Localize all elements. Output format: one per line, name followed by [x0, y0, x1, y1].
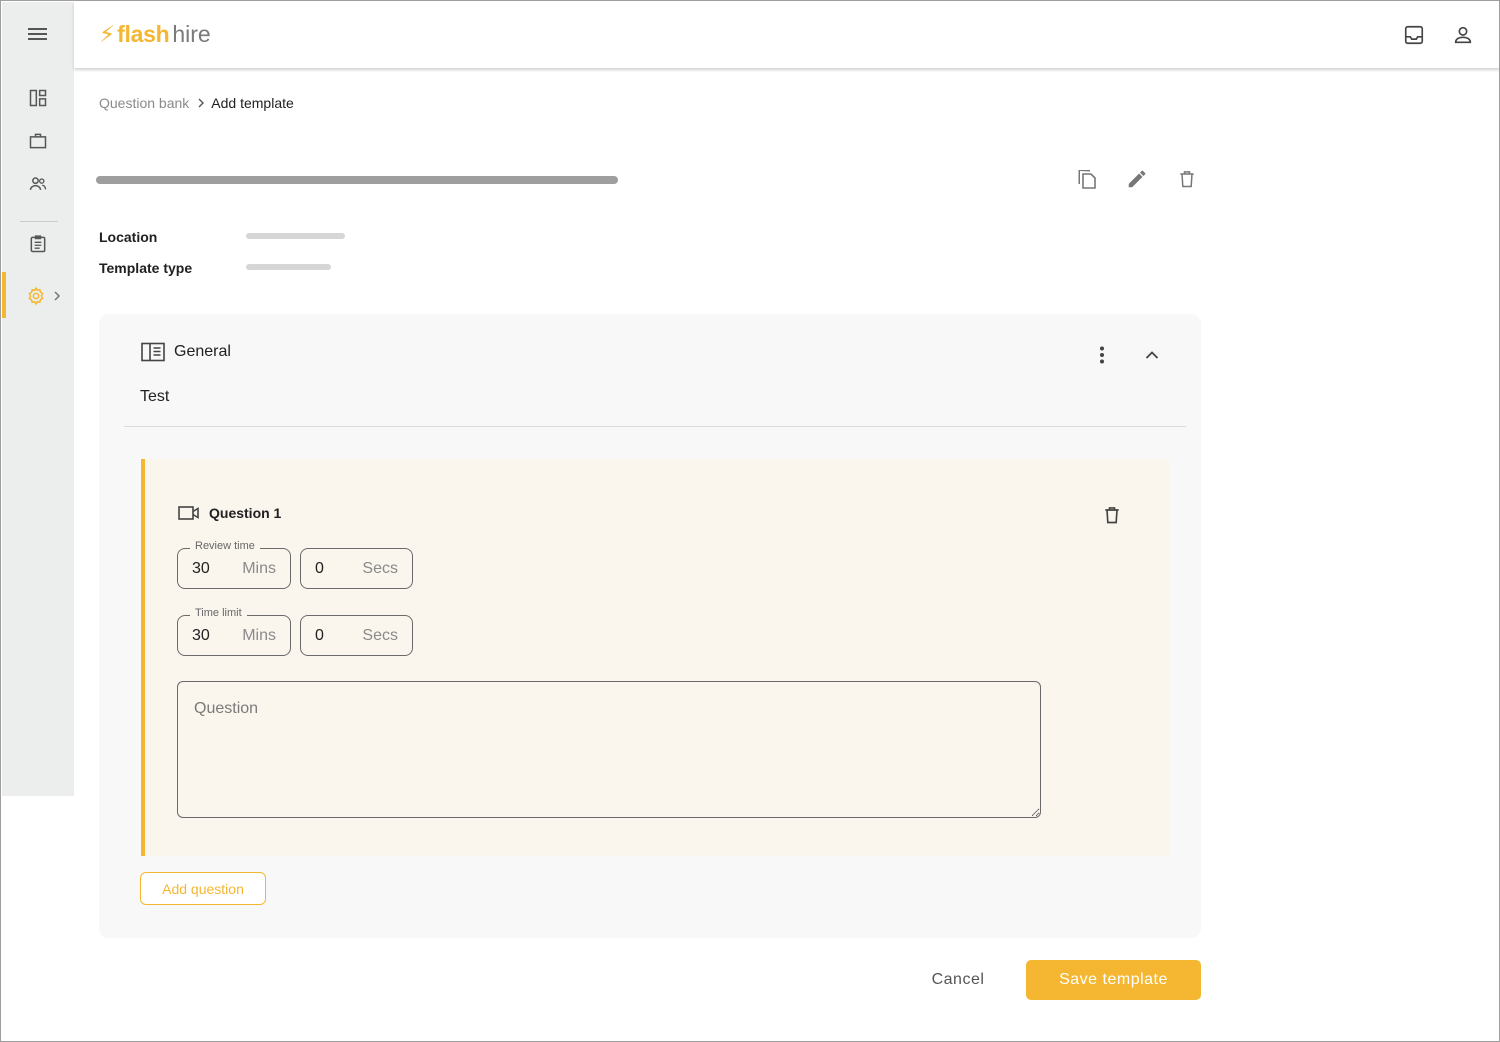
sidebar-item-jobs[interactable]: [26, 129, 50, 153]
time-limit-mins-unit: Mins: [242, 627, 276, 644]
pencil-icon: [1128, 170, 1146, 188]
review-time-secs-unit: Secs: [362, 560, 398, 577]
template-title-placeholder: [96, 176, 618, 184]
sidebar-item-settings[interactable]: [2, 272, 74, 318]
template-type-label: Template type: [99, 260, 193, 276]
time-limit-label: Time limit: [190, 607, 247, 619]
review-time-secs-field[interactable]: 0 Secs: [300, 548, 413, 589]
sidebar-item-candidates[interactable]: [26, 172, 50, 196]
section-title: General: [174, 343, 231, 360]
sidebar: [2, 2, 74, 796]
save-template-button[interactable]: Save template: [1026, 960, 1201, 1000]
add-question-button[interactable]: Add question: [140, 872, 266, 905]
question-header: Question 1: [178, 505, 281, 521]
review-time-mins-field[interactable]: Review time 30 Mins: [177, 540, 291, 589]
question-card: Question 1 Review time 30 Mins 0 Secs Ti…: [141, 459, 1169, 856]
section-collapse-button[interactable]: [1140, 343, 1164, 367]
inbox-button[interactable]: [1402, 23, 1426, 47]
sidebar-item-dashboard[interactable]: [26, 86, 50, 110]
location-label: Location: [99, 229, 158, 245]
time-limit-secs-unit: Secs: [362, 627, 398, 644]
sidebar-divider: [20, 221, 58, 222]
account-button[interactable]: [1451, 23, 1475, 47]
breadcrumb-current: Add template: [211, 95, 294, 111]
breadcrumb: Question bank Add template: [99, 95, 294, 111]
chevron-up-icon: [1145, 351, 1159, 359]
chevron-right-icon: [198, 98, 205, 108]
time-limit-secs-field[interactable]: 0 Secs: [300, 615, 413, 656]
section-card: General Test Question 1 Review time 30 M…: [99, 314, 1201, 938]
sidebar-item-question-bank[interactable]: [26, 232, 50, 256]
section-more-button[interactable]: [1090, 343, 1114, 367]
delete-question-button[interactable]: [1100, 503, 1124, 527]
more-vert-icon: [1100, 346, 1104, 364]
section-header: General: [141, 342, 231, 362]
cancel-button[interactable]: Cancel: [913, 960, 1003, 1000]
app-logo[interactable]: ⚡ flash hire: [99, 21, 211, 48]
question-title: Question 1: [209, 505, 282, 521]
logo-hire-text: hire: [172, 21, 211, 47]
edit-button[interactable]: [1124, 166, 1150, 192]
section-description: Test: [140, 388, 170, 405]
time-limit-mins-field[interactable]: Time limit 30 Mins: [177, 607, 291, 656]
people-icon: [29, 177, 47, 190]
copy-icon: [1078, 170, 1096, 189]
gear-icon: [28, 286, 44, 306]
location-value-placeholder: [246, 233, 345, 239]
book-icon: [141, 342, 165, 362]
delete-template-button[interactable]: [1174, 166, 1200, 192]
top-bar: ⚡ flash hire: [74, 2, 1499, 68]
review-time-mins-unit: Mins: [242, 560, 276, 577]
question-textarea[interactable]: [177, 681, 1041, 818]
chevron-right-icon: [54, 291, 61, 301]
review-time-mins-value: 30: [192, 560, 210, 577]
logo-flash-text: flash: [117, 21, 170, 47]
dashboard-icon: [29, 89, 47, 107]
video-camera-icon: [178, 506, 199, 520]
time-limit-secs-value: 0: [315, 627, 324, 644]
time-limit-mins-value: 30: [192, 627, 210, 644]
section-divider: [124, 426, 1186, 427]
review-time-secs-value: 0: [315, 560, 324, 577]
breadcrumb-question-bank[interactable]: Question bank: [99, 95, 189, 111]
briefcase-icon: [29, 133, 47, 149]
duplicate-button[interactable]: [1074, 166, 1100, 192]
inbox-icon: [1404, 25, 1424, 45]
trash-icon: [1180, 171, 1194, 188]
clipboard-icon: [30, 235, 46, 253]
account-icon: [1454, 26, 1472, 44]
bolt-icon: ⚡: [99, 21, 116, 47]
trash-icon: [1105, 507, 1119, 524]
hamburger-icon: [28, 28, 47, 40]
active-indicator: [2, 272, 6, 318]
menu-button[interactable]: [26, 23, 50, 47]
app-window: ⚡ flash hire Question bank Add template …: [0, 0, 1500, 1042]
template-type-value-placeholder: [246, 264, 331, 270]
review-time-label: Review time: [190, 540, 260, 552]
